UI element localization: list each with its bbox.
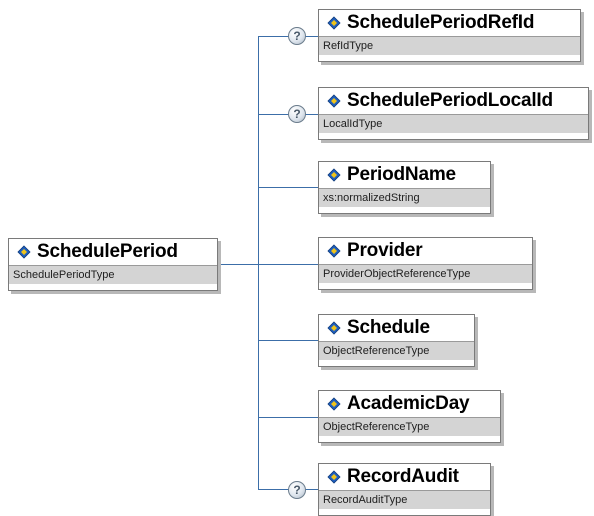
element-icon [327,321,341,335]
child-element-name: AcademicDay [347,393,470,414]
child-element-node[interactable]: Provider ProviderObjectReferenceType [318,237,533,290]
child-element-type: ObjectReferenceType [319,417,500,436]
child-element-node[interactable]: SchedulePeriodLocalId LocalIdType [318,87,589,140]
element-icon [327,94,341,108]
element-icon [327,397,341,411]
child-element-type: LocalIdType [319,114,588,133]
child-element-name: SchedulePeriodLocalId [347,90,553,111]
optional-question-icon: ? [288,105,306,123]
root-element-node[interactable]: SchedulePeriod SchedulePeriodType [8,238,218,291]
child-element-type: RecordAuditType [319,490,490,509]
child-element-type: ObjectReferenceType [319,341,474,360]
child-element-node[interactable]: SchedulePeriodRefId RefIdType [318,9,581,62]
child-element-name: Schedule [347,317,430,338]
child-element-node[interactable]: AcademicDay ObjectReferenceType [318,390,501,443]
root-element-name: SchedulePeriod [37,241,178,262]
child-element-type: RefIdType [319,36,580,55]
child-element-name: Provider [347,240,423,261]
child-element-node[interactable]: RecordAudit RecordAuditType [318,463,491,516]
child-element-node[interactable]: PeriodName xs:normalizedString [318,161,491,214]
element-icon [327,16,341,30]
child-element-node[interactable]: Schedule ObjectReferenceType [318,314,475,367]
child-element-name: SchedulePeriodRefId [347,12,535,33]
optional-question-icon: ? [288,481,306,499]
element-icon [327,244,341,258]
element-icon [17,245,31,259]
element-icon [327,470,341,484]
child-element-name: PeriodName [347,164,456,185]
root-element-type: SchedulePeriodType [9,265,217,284]
child-element-name: RecordAudit [347,466,459,487]
child-element-type: xs:normalizedString [319,188,490,207]
child-element-type: ProviderObjectReferenceType [319,264,532,283]
element-icon [327,168,341,182]
optional-question-icon: ? [288,27,306,45]
